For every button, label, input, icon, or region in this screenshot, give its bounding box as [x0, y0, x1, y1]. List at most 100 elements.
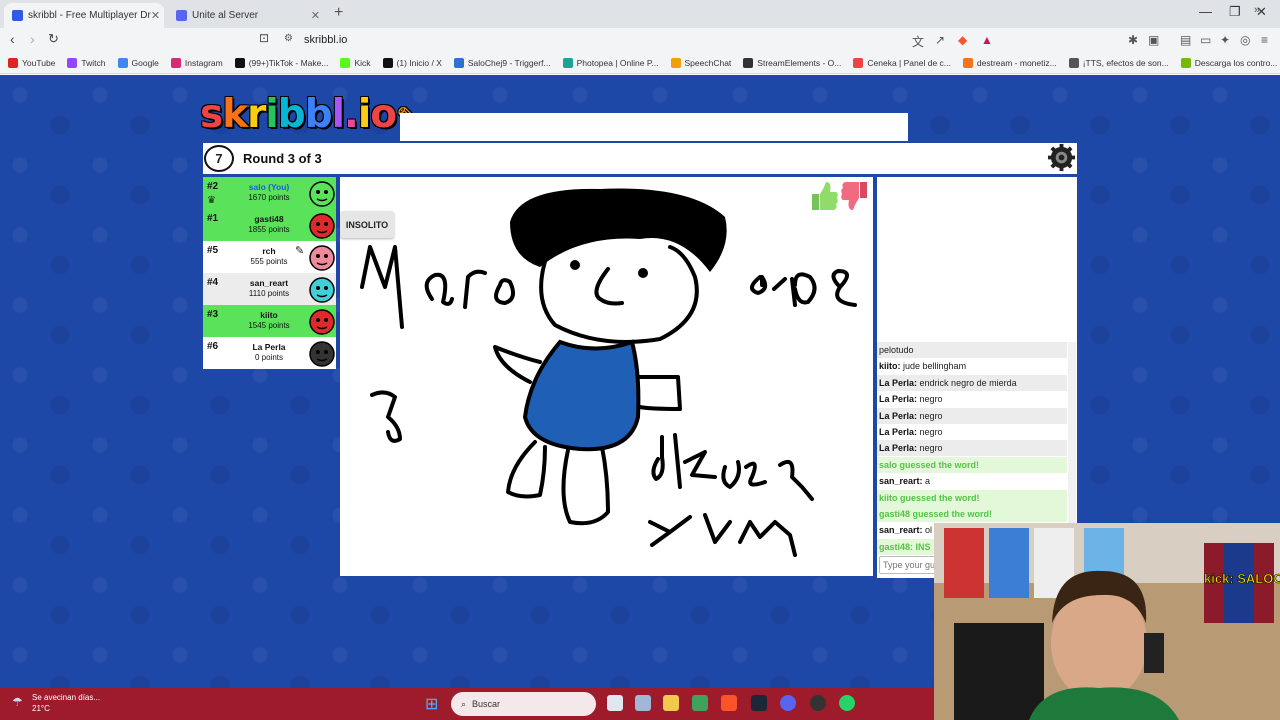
- drawing-canvas[interactable]: [340, 177, 873, 576]
- word-hint-popup: INSOLITO: [340, 211, 394, 238]
- round-indicator: Round 3 of 3: [243, 151, 322, 166]
- player-points: 555 points: [250, 257, 288, 266]
- bookmark-item[interactable]: StreamElements - O...: [743, 57, 841, 68]
- bookmark-item[interactable]: Instagram: [170, 57, 223, 68]
- player-avatar-icon: [309, 309, 335, 335]
- bookmark-label: destream - monetiz...: [976, 57, 1057, 68]
- forward-icon[interactable]: ›: [30, 31, 35, 47]
- bookmark-item[interactable]: Google: [117, 57, 159, 68]
- chat-input[interactable]: [879, 556, 939, 574]
- drawing-pencil-icon: ✎: [295, 245, 305, 257]
- bookmark-item[interactable]: Twitch: [67, 57, 106, 68]
- bookmark-item[interactable]: (1) Inicio / X: [382, 57, 442, 68]
- address-bar[interactable]: ⚙ skribbl.io: [276, 30, 1096, 50]
- player-name: La Perla: [252, 342, 286, 352]
- sidebar-icon[interactable]: ▣: [1148, 33, 1159, 47]
- settings-gear-icon[interactable]: [1047, 143, 1076, 172]
- obs-icon[interactable]: [810, 695, 826, 711]
- new-tab-icon[interactable]: +: [334, 4, 343, 22]
- discord-icon[interactable]: [780, 695, 796, 711]
- tab-server[interactable]: Unite al Server ✕: [168, 3, 328, 28]
- thumbs-down-icon[interactable]: [841, 182, 867, 210]
- bookmark-item[interactable]: ¡TTS, efectos de son...: [1068, 57, 1169, 68]
- spotify-icon[interactable]: [692, 695, 708, 711]
- bookmark-icon[interactable]: ⊡: [259, 31, 269, 45]
- chat-text: negro: [919, 443, 943, 454]
- brave-rewards-icon[interactable]: ▲: [981, 33, 993, 47]
- chat-author: La Perla:: [879, 410, 918, 421]
- player-rank: #3: [207, 309, 219, 320]
- browser-toolbar: ‹ › ↻ ⊡ ⚙ skribbl.io 文 ↗ ◆ ▲ ✱ ▣ ▤ ▭ ✦ ◎…: [0, 28, 1280, 52]
- site-info-icon[interactable]: ⚙: [284, 33, 293, 44]
- bookmark-item[interactable]: (99+)TikTok - Make...: [234, 57, 329, 68]
- bookmark-label: (99+)TikTok - Make...: [248, 57, 329, 68]
- steam-icon[interactable]: [751, 695, 767, 711]
- player-points: 0 points: [254, 353, 284, 362]
- file-explorer-icon[interactable]: [663, 695, 679, 711]
- minimize-icon[interactable]: —: [1199, 4, 1212, 19]
- weather-icon: ☂: [12, 695, 23, 709]
- whatsapp-icon[interactable]: [839, 695, 855, 711]
- chat-author: La Perla:: [879, 443, 918, 454]
- bookmark-item[interactable]: Descarga los contro...: [1180, 57, 1277, 68]
- bookmark-item[interactable]: destream - monetiz...: [962, 57, 1057, 68]
- bookmark-item[interactable]: Photopea | Online P...: [562, 57, 659, 68]
- ad-banner: [400, 113, 908, 141]
- bookmarks-more-icon[interactable]: »: [1254, 4, 1260, 16]
- weather-widget[interactable]: Se avecinan días... 21°C: [10, 692, 100, 714]
- chat-message: pelotudo: [877, 342, 1067, 358]
- task-view-icon[interactable]: [607, 695, 623, 711]
- bookmark-item[interactable]: Kick: [340, 57, 371, 68]
- player-name: san_reart: [249, 278, 289, 288]
- bookmark-item[interactable]: SpeechChat: [670, 57, 731, 68]
- search-label: Buscar: [472, 699, 501, 709]
- bookmark-item[interactable]: SaloChej9 - Triggerf...: [453, 57, 551, 68]
- bookmark-favicon-icon: [8, 57, 18, 68]
- vpn-icon[interactable]: ◎: [1240, 33, 1250, 47]
- translate-icon[interactable]: 文: [912, 33, 924, 50]
- tab-title: skribbl - Free Multiplayer Dr: [28, 10, 151, 21]
- wallet-icon[interactable]: ▭: [1200, 33, 1211, 47]
- menu-icon[interactable]: ≡: [1261, 33, 1268, 47]
- streamer-webcam: kick: SALOCHEJ: [934, 523, 1280, 720]
- player-row[interactable]: #6 La Perla 0 points: [203, 337, 336, 369]
- vote-buttons: [812, 182, 867, 210]
- player-rank: #2: [207, 181, 219, 192]
- windows-start-icon[interactable]: ⊞: [425, 694, 438, 714]
- back-icon[interactable]: ‹: [10, 31, 15, 47]
- maximize-icon[interactable]: ❐: [1229, 4, 1241, 20]
- close-icon[interactable]: ✕: [311, 9, 320, 22]
- player-rank: #1: [207, 213, 219, 224]
- extensions-icon[interactable]: ✱: [1128, 33, 1138, 47]
- tab-skribbl[interactable]: skribbl - Free Multiplayer Dr ✕: [4, 3, 164, 28]
- chat-message: salo guessed the word!: [877, 456, 1067, 473]
- windows-taskbar: Se avecinan días... 21°C ☂ ⊞ ⌕ Buscar: [0, 688, 934, 720]
- store-icon[interactable]: [635, 695, 651, 711]
- taskbar-search[interactable]: ⌕ Buscar: [451, 692, 596, 716]
- player-row[interactable]: #3 kiito 1545 points: [203, 305, 336, 337]
- stream-overlay-text: kick: SALOCHEJ: [1204, 571, 1280, 586]
- bookmark-label: ¡TTS, efectos de son...: [1082, 57, 1169, 68]
- close-icon[interactable]: ✕: [151, 9, 160, 22]
- url-text[interactable]: skribbl.io: [304, 34, 347, 46]
- player-row[interactable]: #4 san_reart 1110 points: [203, 273, 336, 305]
- reload-icon[interactable]: ↻: [48, 31, 59, 47]
- reading-list-icon[interactable]: ▤: [1180, 33, 1191, 47]
- leo-icon[interactable]: ✦: [1220, 33, 1230, 47]
- player-row[interactable]: #1 gasti48 1855 points: [203, 209, 336, 241]
- player-row[interactable]: #5 rch 555 points ✎: [203, 241, 336, 273]
- brave-icon[interactable]: [721, 695, 737, 711]
- player-row[interactable]: #2 salo (You) 1670 points ♛: [203, 177, 336, 209]
- chat-text: pelotudo: [879, 345, 914, 355]
- bookmark-item[interactable]: YouTube: [8, 57, 55, 68]
- bookmark-item[interactable]: Ceneka | Panel de c...: [853, 57, 951, 68]
- skribbl-favicon-icon: [12, 10, 23, 21]
- share-icon[interactable]: ↗: [935, 33, 945, 47]
- chat-message: gasti48 guessed the word!: [877, 506, 1067, 522]
- brave-shield-icon[interactable]: ◆: [958, 33, 967, 47]
- chat-author: san_reart:: [879, 525, 923, 536]
- thumbs-up-icon[interactable]: [812, 182, 838, 210]
- player-rank: #5: [207, 245, 219, 256]
- bookmark-favicon-icon: [1180, 57, 1191, 68]
- bookmark-label: SaloChej9 - Triggerf...: [467, 57, 551, 68]
